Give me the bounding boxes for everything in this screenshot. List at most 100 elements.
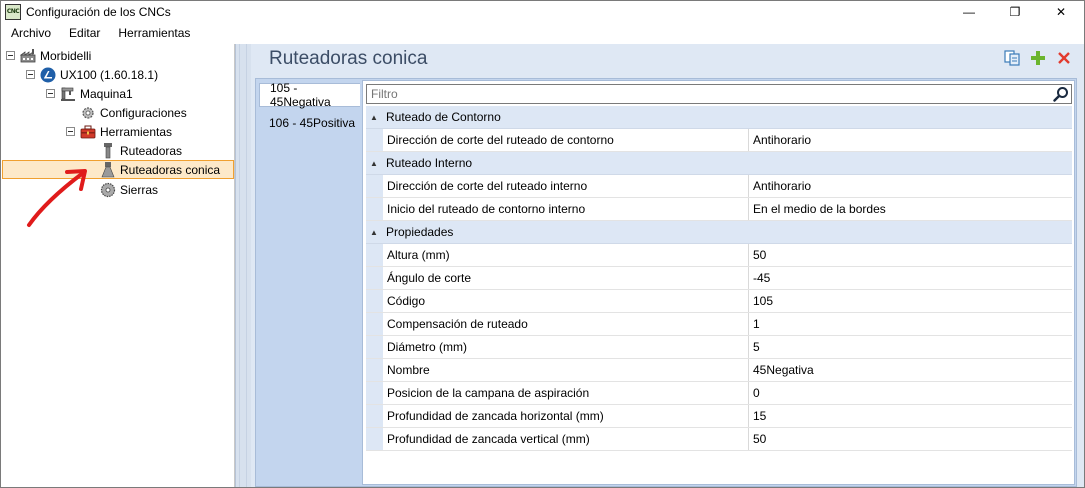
gear-icon	[80, 105, 96, 121]
header-actions	[1002, 49, 1074, 69]
collapse-icon[interactable]	[6, 51, 15, 60]
machine-tree: Morbidelli UX100 (1.60.18.1) Maquina1 Co…	[1, 44, 235, 487]
search-icon[interactable]	[1051, 85, 1071, 103]
category-ruteado-de-contorno[interactable]: ▲ Ruteado de Contorno	[366, 106, 1072, 129]
property-name: Compensación de ruteado	[383, 313, 749, 335]
delete-icon	[1057, 51, 1071, 68]
tree-node-label: Maquina1	[80, 86, 133, 101]
filter-box	[366, 84, 1072, 104]
tree-node-maquina1[interactable]: Maquina1	[46, 84, 133, 103]
copy-icon	[1004, 49, 1020, 69]
delete-button[interactable]	[1054, 49, 1074, 69]
property-value[interactable]: En el medio de la bordes	[749, 198, 1072, 220]
collapse-arrow-icon[interactable]: ▲	[366, 113, 382, 122]
tool-tabs: 105 - 45Negativa 106 - 45Positiva	[256, 79, 362, 486]
close-button[interactable]: ✕	[1038, 1, 1084, 23]
tree-node-label: Configuraciones	[100, 105, 187, 120]
cnc-machine-icon	[60, 86, 76, 102]
property-row[interactable]: Dirección de corte del ruteado de contor…	[366, 129, 1072, 152]
property-value[interactable]: Antihorario	[749, 175, 1072, 197]
menu-herramientas[interactable]: Herramientas	[109, 26, 199, 40]
property-value[interactable]: 105	[749, 290, 1072, 312]
menu-editar[interactable]: Editar	[60, 26, 109, 40]
collapse-arrow-icon[interactable]: ▲	[366, 159, 382, 168]
window-title: Configuración de los CNCs	[26, 5, 171, 19]
property-value[interactable]: 5	[749, 336, 1072, 358]
factory-icon	[20, 48, 36, 64]
property-row[interactable]: Ángulo de corte -45	[366, 267, 1072, 290]
property-value[interactable]: 45Negativa	[749, 359, 1072, 381]
menu-bar: Archivo Editar Herramientas	[1, 23, 1084, 43]
collapse-icon[interactable]	[26, 70, 35, 79]
title-bar: CNC Configuración de los CNCs — ❐ ✕	[1, 1, 1084, 23]
property-name: Código	[383, 290, 749, 312]
property-value[interactable]: 50	[749, 428, 1072, 450]
property-value[interactable]: 0	[749, 382, 1072, 404]
tree-node-label: Ruteadoras	[120, 143, 183, 158]
property-row[interactable]: Nombre 45Negativa	[366, 359, 1072, 382]
property-row[interactable]: Código 105	[366, 290, 1072, 313]
main-panel: Ruteadoras conica 105 - 45Negativa 1 06 -…	[251, 44, 1084, 487]
machine-logo-icon	[40, 67, 56, 83]
property-row[interactable]: Profundidad de zancada vertical (mm) 50	[366, 428, 1072, 451]
property-name: Dirección de corte del ruteado de contor…	[383, 129, 749, 151]
tree-node-sierras[interactable]: Sierras	[100, 180, 158, 199]
add-button[interactable]	[1028, 49, 1048, 69]
category-propiedades[interactable]: ▲ Propiedades	[366, 221, 1072, 244]
router-bit-icon	[100, 142, 116, 159]
tree-node-configuraciones[interactable]: Configuraciones	[80, 103, 187, 122]
toolbox-icon	[80, 124, 96, 140]
menu-archivo[interactable]: Archivo	[1, 26, 60, 40]
tab-106-45positiva[interactable]: 106 - 45Positiva	[259, 111, 360, 135]
property-value[interactable]: 1	[749, 313, 1072, 335]
collapse-icon[interactable]	[66, 127, 75, 136]
tree-node-label: Morbidelli	[40, 48, 92, 63]
conical-bit-icon	[100, 161, 116, 178]
category-ruteado-interno[interactable]: ▲ Ruteado Interno	[366, 152, 1072, 175]
collapse-arrow-icon[interactable]: ▲	[366, 228, 382, 237]
property-value[interactable]: 15	[749, 405, 1072, 427]
tree-node-label: UX100 (1.60.18.1)	[60, 67, 159, 82]
property-grid: ▲ Ruteado de Contorno Dirección de corte…	[366, 106, 1072, 451]
property-name: Altura (mm)	[383, 244, 749, 266]
property-row[interactable]: Dirección de corte del ruteado interno A…	[366, 175, 1072, 198]
property-row[interactable]: Profundidad de zancada horizontal (mm) 1…	[366, 405, 1072, 428]
tree-node-ux100[interactable]: UX100 (1.60.18.1)	[26, 65, 158, 84]
minimize-button[interactable]: —	[946, 1, 992, 23]
saw-blade-icon	[100, 182, 116, 198]
panel-splitter[interactable]	[235, 44, 251, 487]
property-name: Ángulo de corte	[383, 267, 749, 289]
copy-button[interactable]	[1002, 49, 1022, 69]
category-label: Ruteado Interno	[386, 156, 473, 170]
collapse-icon[interactable]	[46, 89, 55, 98]
tree-node-ruteadoras[interactable]: Ruteadoras	[100, 141, 182, 160]
property-name: Profundidad de zancada vertical (mm)	[383, 428, 749, 450]
tab-105-45negativa[interactable]: 105 - 45Negativa	[259, 81, 360, 109]
property-name: Inicio del ruteado de contorno interno	[383, 198, 749, 220]
annotation-arrow	[27, 169, 87, 227]
property-value[interactable]: Antihorario	[749, 129, 1072, 151]
category-label: Ruteado de Contorno	[386, 110, 501, 124]
property-row[interactable]: Diámetro (mm) 5	[366, 336, 1072, 359]
property-value[interactable]: -45	[749, 267, 1072, 289]
window-controls: — ❐ ✕	[946, 1, 1084, 23]
property-name: Profundidad de zancada horizontal (mm)	[383, 405, 749, 427]
property-value[interactable]: 50	[749, 244, 1072, 266]
property-row[interactable]: Altura (mm) 50	[366, 244, 1072, 267]
tree-node-label: Herramientas	[100, 124, 173, 139]
category-label: Propiedades	[386, 225, 454, 239]
filter-input[interactable]	[367, 86, 1051, 102]
property-row[interactable]: Inicio del ruteado de contorno interno E…	[366, 198, 1072, 221]
main-header: Ruteadoras conica	[251, 44, 1084, 76]
tool-content-panel: 105 - 45Negativa 106 - 45Positiva ▲ Rute…	[255, 78, 1077, 487]
app-icon: CNC	[5, 4, 21, 20]
property-name: Diámetro (mm)	[383, 336, 749, 358]
tree-node-morbidelli[interactable]: Morbidelli	[6, 46, 91, 65]
tree-node-label: Sierras	[120, 182, 159, 197]
restore-button[interactable]: ❐	[992, 1, 1038, 23]
property-name: Posicion de la campana de aspiración	[383, 382, 749, 404]
property-name: Nombre	[383, 359, 749, 381]
property-row[interactable]: Compensación de ruteado 1	[366, 313, 1072, 336]
property-row[interactable]: Posicion de la campana de aspiración 0	[366, 382, 1072, 405]
tree-node-herramientas[interactable]: Herramientas	[66, 122, 172, 141]
